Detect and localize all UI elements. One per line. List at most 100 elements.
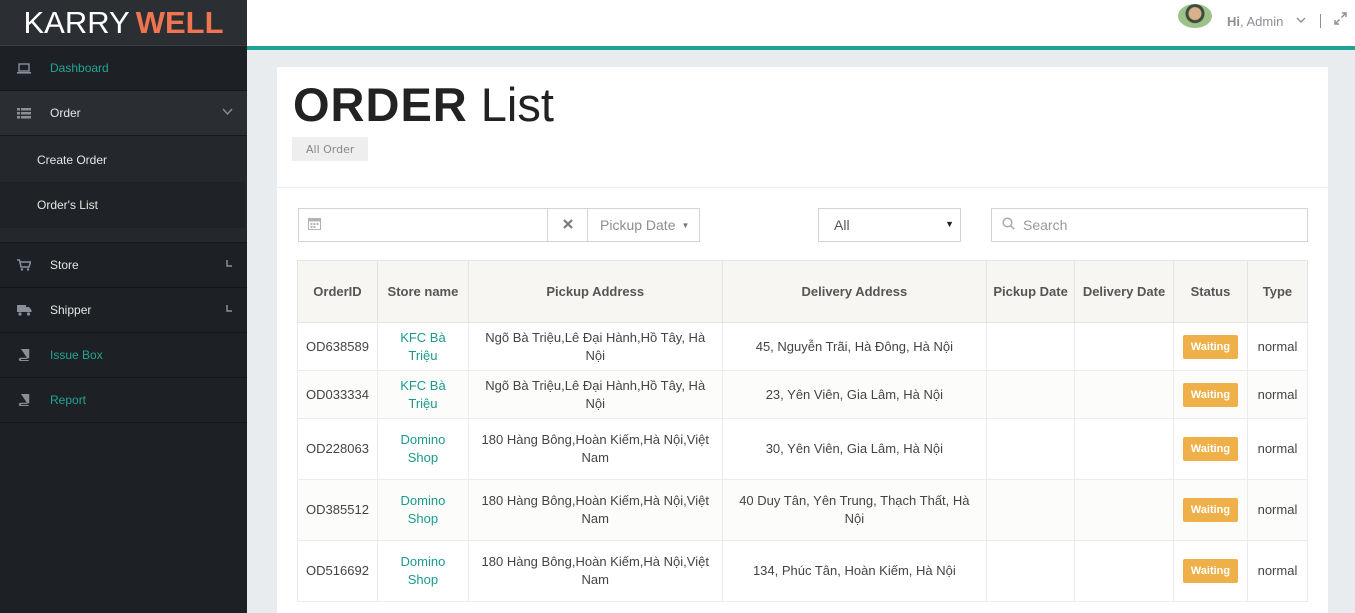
table-row[interactable]: OD033334 KFC Bà Triệu Ngõ Bà Triệu,Lê Đạ… bbox=[297, 370, 1309, 419]
close-icon bbox=[562, 217, 573, 233]
greeting-user: , Admin bbox=[1240, 14, 1284, 29]
clear-button[interactable] bbox=[548, 209, 588, 241]
pickup-date bbox=[986, 418, 1076, 480]
delivery-date bbox=[1074, 479, 1174, 541]
column-header-type[interactable]: Type bbox=[1246, 260, 1309, 323]
column-header-delivery-date[interactable]: Delivery Date bbox=[1074, 260, 1174, 323]
store-link[interactable]: KFC Bà Triệu bbox=[376, 370, 469, 419]
pickup-date bbox=[986, 479, 1076, 541]
pickup-address: 180 Hàng Bông,Hoàn Kiếm,Hà Nội,Việt Nam bbox=[467, 479, 723, 541]
status-badge: Waiting bbox=[1182, 559, 1239, 583]
date-filter: Pickup Date ▼ bbox=[298, 208, 700, 242]
pickup-address: 180 Hàng Bông,Hoàn Kiếm,Hà Nội,Việt Nam bbox=[467, 540, 723, 602]
sidebar-item-orders-list[interactable]: Order's List bbox=[0, 183, 245, 228]
calendar-icon bbox=[308, 217, 321, 234]
pickup-address: Ngõ Bà Triệu,Lê Đại Hành,Hồ Tây, Hà Nội bbox=[467, 322, 723, 371]
table-row[interactable]: OD228063 Domino Shop 180 Hàng Bông,Hoàn … bbox=[297, 418, 1309, 480]
brand-logo[interactable]: KARRY WELL bbox=[0, 0, 247, 46]
store-link[interactable]: KFC Bà Triệu bbox=[376, 322, 469, 371]
pickup-date bbox=[986, 322, 1076, 371]
page-title: ORDER List bbox=[293, 81, 554, 129]
delivery-date bbox=[1074, 370, 1174, 419]
caret-down-icon: ▼ bbox=[681, 220, 690, 230]
delivery-address: 23, Yên Viên, Gia Lâm, Hà Nội bbox=[721, 370, 988, 419]
delivery-address: 40 Duy Tân, Yên Trung, Thạch Thất, Hà Nộ… bbox=[721, 479, 988, 541]
pickup-date-dropdown[interactable]: Pickup Date ▼ bbox=[588, 209, 699, 241]
table-header-row: OrderID Store name Pickup Address Delive… bbox=[297, 260, 1309, 323]
order-type: normal bbox=[1246, 540, 1309, 602]
status-badge: Waiting bbox=[1182, 498, 1239, 522]
table-row[interactable]: OD385512 Domino Shop 180 Hàng Bông,Hoàn … bbox=[297, 479, 1309, 541]
store-link[interactable]: Domino Shop bbox=[376, 540, 469, 602]
sidebar-item-label: Shipper bbox=[50, 303, 92, 317]
sidebar-item-order[interactable]: Order bbox=[0, 91, 247, 136]
chevron-down-icon[interactable] bbox=[1296, 14, 1306, 27]
date-input[interactable] bbox=[299, 209, 548, 241]
expand-icon[interactable] bbox=[1334, 12, 1347, 29]
store-link[interactable]: Domino Shop bbox=[376, 479, 469, 541]
delivery-address: 45, Nguyễn Trãi, Hà Đông, Hà Nội bbox=[721, 322, 988, 371]
sidebar-item-store[interactable]: Store bbox=[0, 243, 247, 288]
page-title-light: List bbox=[480, 78, 554, 131]
status-cell: Waiting bbox=[1172, 479, 1248, 541]
status-cell: Waiting bbox=[1172, 322, 1248, 371]
delivery-address: 30, Yên Viên, Gia Lâm, Hà Nội bbox=[721, 418, 988, 480]
column-header-delivery-address[interactable]: Delivery Address bbox=[721, 260, 988, 323]
greeting-bold: Hi bbox=[1227, 14, 1240, 29]
status-select-value: All bbox=[834, 217, 850, 233]
search-box bbox=[991, 208, 1308, 242]
pickup-date-label: Pickup Date bbox=[600, 217, 676, 233]
sidebar-item-label: Report bbox=[50, 393, 87, 407]
order-id: OD516692 bbox=[297, 540, 378, 602]
sidebar-item-label: Order bbox=[50, 106, 81, 120]
sidebar-item-label: Store bbox=[50, 258, 79, 272]
order-type: normal bbox=[1246, 370, 1309, 419]
column-header-pickup-date[interactable]: Pickup Date bbox=[986, 260, 1076, 323]
divider bbox=[277, 187, 1328, 188]
sidebar-item-create-order[interactable]: Create Order bbox=[0, 138, 245, 183]
status-cell: Waiting bbox=[1172, 418, 1248, 480]
column-header-store[interactable]: Store name bbox=[376, 260, 469, 323]
status-cell: Waiting bbox=[1172, 370, 1248, 419]
pickup-date bbox=[986, 370, 1076, 419]
sidebar-item-label: Dashboard bbox=[50, 61, 109, 75]
delivery-date bbox=[1074, 322, 1174, 371]
sidebar-item-report[interactable]: Report bbox=[0, 378, 247, 423]
sidebar-item-label: Create Order bbox=[37, 153, 108, 167]
laptop-icon bbox=[16, 61, 32, 75]
status-select[interactable]: All ▼ bbox=[818, 208, 961, 242]
pickup-address: Ngõ Bà Triệu,Lê Đại Hành,Hồ Tây, Hà Nội bbox=[467, 370, 723, 419]
order-id: OD033334 bbox=[297, 370, 378, 419]
status-badge: Waiting bbox=[1182, 382, 1239, 407]
order-submenu: Create Order Order's List bbox=[0, 136, 247, 243]
column-header-pickup-address[interactable]: Pickup Address bbox=[467, 260, 723, 323]
brand-first: KARRY bbox=[23, 4, 130, 40]
list-icon bbox=[16, 106, 32, 120]
pickup-date bbox=[986, 540, 1076, 602]
order-id: OD228063 bbox=[297, 418, 378, 480]
column-header-orderid[interactable]: OrderID bbox=[297, 260, 378, 323]
sidebar-item-label: Order's List bbox=[37, 198, 98, 212]
sidebar: KARRY WELL Dashboard Order Create Order O… bbox=[0, 0, 247, 613]
status-badge: Waiting bbox=[1182, 334, 1239, 359]
user-greeting[interactable]: Hi, Admin bbox=[1227, 14, 1283, 29]
table-row[interactable]: OD516692 Domino Shop 180 Hàng Bông,Hoàn … bbox=[297, 540, 1309, 602]
order-id: OD385512 bbox=[297, 479, 378, 541]
sidebar-item-shipper[interactable]: Shipper bbox=[0, 288, 247, 333]
column-header-status[interactable]: Status bbox=[1172, 260, 1248, 323]
search-input[interactable] bbox=[1023, 217, 1293, 233]
sidebar-item-dashboard[interactable]: Dashboard bbox=[0, 46, 247, 91]
order-type: normal bbox=[1246, 418, 1309, 480]
chevron-left-icon bbox=[225, 303, 233, 316]
breadcrumb[interactable]: All Order bbox=[292, 137, 369, 161]
sidebar-item-issue-box[interactable]: Issue Box bbox=[0, 333, 247, 378]
truck-icon bbox=[16, 303, 32, 317]
store-link[interactable]: Domino Shop bbox=[376, 418, 469, 480]
order-type: normal bbox=[1246, 479, 1309, 541]
page-title-bold: ORDER bbox=[293, 78, 468, 131]
avatar[interactable] bbox=[1178, 4, 1212, 28]
sidebar-item-label: Issue Box bbox=[50, 348, 103, 362]
table-row[interactable]: OD638589 KFC Bà Triệu Ngõ Bà Triệu,Lê Đạ… bbox=[297, 322, 1309, 371]
pickup-address: 180 Hàng Bông,Hoàn Kiếm,Hà Nội,Việt Nam bbox=[467, 418, 723, 480]
order-id: OD638589 bbox=[297, 322, 378, 371]
